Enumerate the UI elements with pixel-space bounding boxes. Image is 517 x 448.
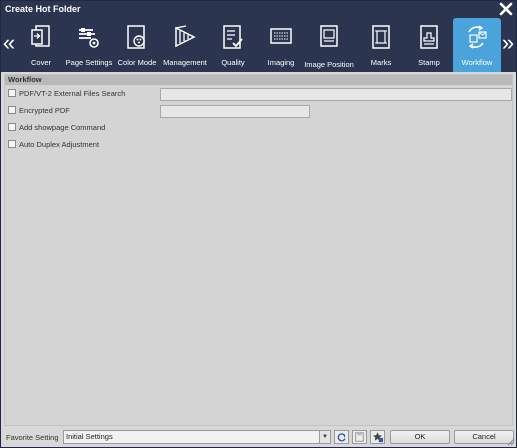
tab-management[interactable]: Management [161, 18, 209, 72]
favorite-setting-label: Favorite Setting [6, 433, 59, 442]
marks-icon [372, 25, 390, 49]
pdf-vt2-label: PDF/VT-2 External Files Search [19, 89, 126, 98]
scroll-left-icon[interactable]: « [2, 32, 16, 56]
management-icon [175, 25, 196, 48]
showpage-checkbox[interactable] [8, 123, 16, 131]
tab-quality[interactable]: Quality [209, 18, 257, 72]
image-position-icon [320, 25, 338, 47]
save-icon[interactable] [352, 430, 367, 444]
tab-label: Page Settings [65, 58, 113, 67]
encrypted-pdf-label: Encrypted PDF [19, 106, 70, 115]
title-bar: Create Hot Folder [1, 1, 516, 18]
showpage-label: Add showpage Command [19, 123, 106, 132]
tab-label: Management [163, 58, 207, 67]
tab-label: Marks [370, 58, 392, 67]
tab-marks[interactable]: Marks [357, 18, 405, 72]
dialog-title: Create Hot Folder [5, 4, 81, 14]
create-hot-folder-dialog: Create Hot Folder « Cover Page Settings [0, 0, 517, 448]
auto-duplex-checkbox[interactable] [8, 140, 16, 148]
cancel-button[interactable]: Cancel [454, 430, 514, 444]
tab-color-mode[interactable]: Color Mode [113, 18, 161, 72]
favorite-setting-select[interactable]: Initial Settings ▼ [63, 430, 331, 444]
workflow-panel: Workflow PDF/VT-2 External Files Search … [4, 74, 513, 426]
pdf-vt2-checkbox[interactable] [8, 89, 16, 97]
color-mode-icon [127, 25, 145, 49]
tab-stamp[interactable]: Stamp [405, 18, 453, 72]
tab-label: Imaging [267, 58, 295, 67]
section-header: Workflow [5, 75, 512, 85]
pdf-vt2-option: PDF/VT-2 External Files Search [8, 88, 125, 100]
favorite-setting-value: Initial Settings [66, 432, 113, 441]
scroll-right-icon[interactable]: » [501, 32, 515, 56]
favorite-add-icon[interactable] [370, 430, 385, 444]
pdf-vt2-path-field[interactable] [160, 88, 512, 101]
imaging-icon [270, 28, 292, 44]
dialog-footer: Favorite Setting Initial Settings ▼ OK C… [1, 427, 516, 447]
page-settings-icon [79, 28, 99, 48]
showpage-option: Add showpage Command [8, 122, 105, 134]
tab-label: Stamp [418, 58, 440, 67]
close-icon[interactable] [499, 2, 513, 16]
quality-icon [223, 25, 243, 49]
stamp-icon [420, 25, 438, 49]
encrypted-pdf-checkbox[interactable] [8, 106, 16, 114]
encrypted-pdf-option: Encrypted PDF [8, 105, 70, 117]
tab-label: Quality [221, 58, 245, 67]
ok-button[interactable]: OK [390, 430, 450, 444]
workflow-icon [468, 25, 487, 49]
tab-image-position[interactable]: Image Position [304, 18, 354, 72]
refresh-icon[interactable] [334, 430, 349, 444]
auto-duplex-option: Auto Duplex Adjustment [8, 139, 99, 151]
category-toolbar: « Cover Page Settings Color Mode Managem… [1, 18, 516, 72]
tab-cover[interactable]: Cover [17, 18, 65, 72]
tab-workflow[interactable]: Workflow [453, 18, 501, 72]
cover-icon [31, 25, 50, 47]
auto-duplex-label: Auto Duplex Adjustment [19, 140, 100, 149]
chevron-down-icon: ▼ [319, 431, 330, 443]
tab-label: Image Position [304, 60, 354, 69]
encrypted-pdf-password-field[interactable] [160, 105, 310, 118]
tab-label: Cover [30, 58, 51, 67]
resize-grip-icon[interactable] [507, 438, 515, 446]
tab-label: Workflow [461, 58, 493, 67]
tab-page-settings[interactable]: Page Settings [65, 18, 113, 72]
tab-imaging[interactable]: Imaging [257, 18, 305, 72]
tab-label: Color Mode [117, 58, 157, 67]
